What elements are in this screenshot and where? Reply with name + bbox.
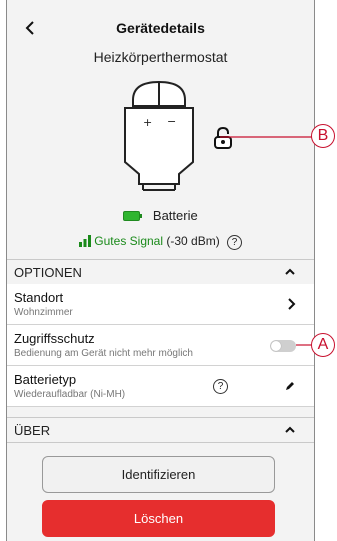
access-title: Zugriffsschutz bbox=[14, 331, 95, 346]
access-description: Bedienung am Gerät nicht mehr möglich bbox=[14, 348, 193, 359]
plus-label: + bbox=[143, 116, 152, 129]
section-about[interactable]: ÜBER bbox=[7, 417, 314, 443]
callout-a-line bbox=[296, 344, 312, 346]
toggle-knob bbox=[271, 341, 281, 351]
help-icon[interactable]: ? bbox=[227, 235, 243, 250]
battery-type-value: Wiederaufladbar (Ni-MH) bbox=[14, 389, 126, 400]
battery-label: Batterie bbox=[152, 208, 198, 223]
device-header-area: Gerätedetails Heizkörperthermostat + − B… bbox=[7, 0, 314, 258]
section-options[interactable]: OPTIONEN bbox=[7, 259, 314, 285]
section-about-label: ÜBER bbox=[14, 423, 51, 438]
section-options-label: OPTIONEN bbox=[14, 265, 82, 280]
chevron-up-icon bbox=[285, 426, 295, 433]
signal-label: Gutes Signal bbox=[94, 234, 164, 248]
location-value: Wohnzimmer bbox=[14, 307, 73, 318]
battery-icon bbox=[123, 209, 143, 224]
location-title: Standort bbox=[14, 290, 64, 305]
battery-status: Batterie bbox=[7, 208, 314, 224]
edit-pencil-icon[interactable] bbox=[284, 380, 296, 392]
page-title: Gerätedetails bbox=[116, 20, 205, 36]
callout-b: B bbox=[311, 124, 335, 148]
row-access-protection: Zugriffsschutz Bedienung am Gerät nicht … bbox=[7, 325, 314, 366]
help-icon[interactable]: ? bbox=[213, 379, 228, 394]
signal-value: (-30 dBm) bbox=[166, 234, 220, 248]
callout-b-line bbox=[220, 136, 312, 138]
lock-icon bbox=[213, 126, 233, 155]
minus-label: − bbox=[167, 115, 176, 128]
row-battery-type[interactable]: Batterietyp Wiederaufladbar (Ni-MH) ? bbox=[7, 366, 314, 407]
phone-screen: Gerätedetails Heizkörperthermostat + − B… bbox=[6, 0, 315, 541]
callout-a: A bbox=[311, 333, 335, 357]
delete-button[interactable]: Löschen bbox=[42, 500, 275, 537]
signal-strength-icon bbox=[78, 235, 91, 247]
row-location[interactable]: Standort Wohnzimmer bbox=[7, 284, 314, 325]
chevron-up-icon bbox=[285, 268, 295, 275]
signal-status: Gutes Signal (-30 dBm) ? bbox=[7, 234, 314, 250]
access-protection-toggle[interactable] bbox=[270, 340, 296, 352]
chevron-right-icon bbox=[288, 298, 296, 310]
thermostat-head-icon: + − bbox=[119, 78, 199, 201]
device-name: Heizkörperthermostat bbox=[93, 49, 228, 65]
identify-button[interactable]: Identifizieren bbox=[42, 456, 275, 493]
battery-type-title: Batterietyp bbox=[14, 372, 77, 387]
